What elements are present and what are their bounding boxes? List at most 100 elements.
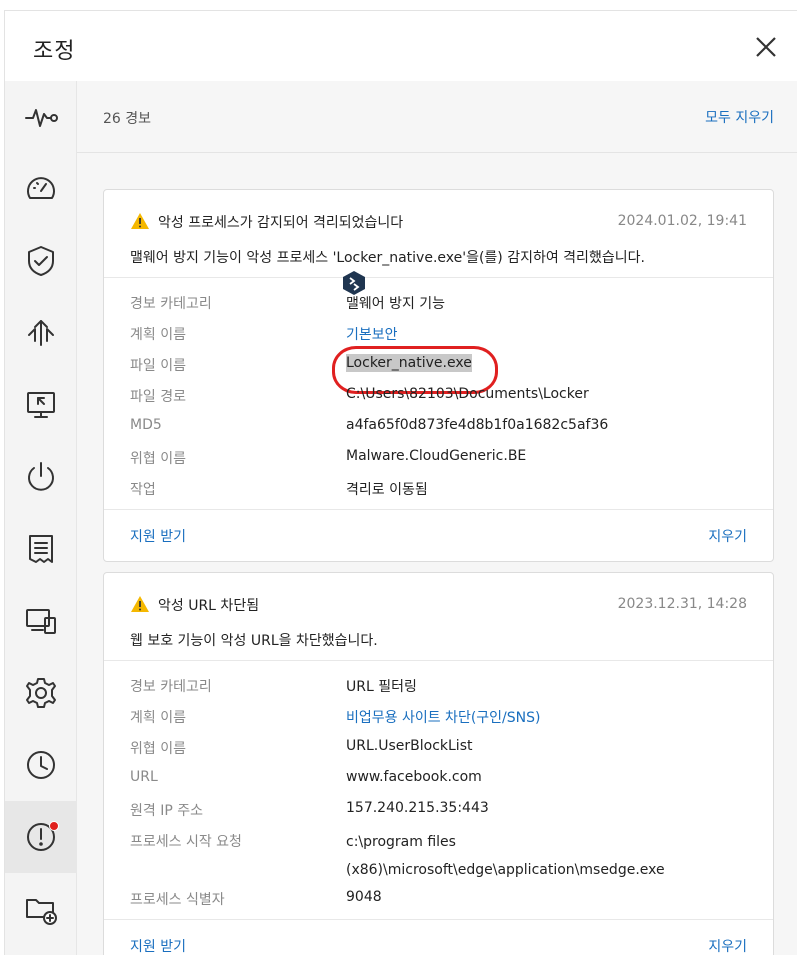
alert-card-footer: 지원 받기 지우기	[104, 919, 773, 955]
detail-value: 9048	[346, 889, 382, 905]
detail-row: URL www.facebook.com	[104, 766, 773, 797]
detail-row: 프로세스 식별자 9048	[104, 886, 773, 917]
nav-devices[interactable]	[5, 585, 77, 657]
detail-value: Malware.CloudGeneric.BE	[346, 448, 527, 464]
get-support-link[interactable]: 지원 받기	[130, 526, 186, 546]
devices-icon	[26, 609, 56, 634]
detail-label: 프로세스 시작 요청	[130, 834, 242, 850]
history-clock-icon	[27, 751, 55, 779]
detail-row: MD5 a4fa65f0d873fe4d8b1f0a1682c5af36	[104, 414, 773, 445]
detail-label: 경보 카테고리	[130, 296, 212, 312]
detail-row: 원격 IP 주소 157.240.215.35:443	[104, 797, 773, 828]
detail-row: 경보 카테고리 URL 필터링	[104, 673, 773, 704]
alert-details: 경보 카테고리 맬웨어 방지 기능 계획 이름 기본보안 파일 이름 Locke…	[104, 278, 773, 507]
alerts-count: 26 경보	[103, 111, 152, 127]
warning-icon	[131, 596, 149, 612]
detail-value: 157.240.215.35:443	[346, 800, 489, 816]
alert-details: 경보 카테고리 URL 필터링 계획 이름 비업무용 사이트 차단(구인/SNS…	[104, 661, 773, 917]
alert-title: 악성 URL 차단됨	[158, 598, 260, 614]
clear-alert-link[interactable]: 지우기	[708, 936, 747, 955]
detail-label: 계획 이름	[130, 327, 186, 343]
add-folder-icon	[26, 899, 57, 925]
warning-icon	[131, 213, 149, 229]
detail-label: 프로세스 식별자	[130, 892, 225, 908]
detail-label: URL	[130, 769, 158, 785]
alerts-header: 26 경보 모두 지우기	[77, 81, 797, 153]
detail-label: 위협 이름	[130, 741, 186, 757]
detail-value: a4fa65f0d873fe4d8b1f0a1682c5af36	[346, 417, 609, 433]
detail-label: 위협 이름	[130, 451, 186, 467]
clear-alert-link[interactable]: 지우기	[708, 526, 747, 546]
detail-label: 원격 IP 주소	[130, 803, 203, 819]
detail-label: 경보 카테고리	[130, 679, 212, 695]
alert-title: 악성 프로세스가 감지되어 격리되었습니다	[158, 215, 404, 231]
nav-add-folder[interactable]	[5, 873, 77, 945]
clear-all-link[interactable]: 모두 지우기	[705, 107, 774, 127]
detail-row: 작업 격리로 이동됨	[104, 476, 773, 507]
settings-window: 조정 26 경보 모두 지우기 악성 프로세스가 감지되어 격리되었습니다 20…	[4, 10, 797, 955]
shield-check-icon	[28, 246, 54, 276]
nav-reports[interactable]	[5, 513, 77, 585]
detail-row: 경보 카테고리 맬웨어 방지 기능	[104, 290, 773, 321]
nav-activity[interactable]	[5, 81, 77, 153]
detail-row: 위협 이름 URL.UserBlockList	[104, 735, 773, 766]
alerts-panel: 26 경보 모두 지우기 악성 프로세스가 감지되어 격리되었습니다 2024.…	[77, 81, 797, 955]
alert-description: 맬웨어 방지 기능이 악성 프로세스 'Locker_native.exe'을(…	[130, 250, 645, 266]
notification-dot	[49, 821, 59, 831]
detail-value: Locker_native.exe	[346, 354, 472, 372]
close-button[interactable]	[752, 33, 780, 61]
nav-backup[interactable]	[5, 297, 77, 369]
detail-label: MD5	[130, 417, 162, 433]
remote-desktop-icon	[27, 392, 55, 418]
close-icon	[756, 37, 776, 57]
nav-remote[interactable]	[5, 369, 77, 441]
selected-file-name: Locker_native.exe	[346, 354, 472, 372]
detail-value: 격리로 이동됨	[346, 482, 428, 498]
activity-icon	[25, 109, 58, 127]
process-path-line: c:\program files	[346, 834, 456, 850]
window-title: 조정	[33, 39, 76, 64]
detail-row: 계획 이름 비업무용 사이트 차단(구인/SNS)	[104, 704, 773, 735]
alert-date: 2024.01.02, 19:41	[617, 213, 747, 229]
nav-power[interactable]	[5, 441, 77, 513]
alert-description: 웹 보호 기능이 악성 URL을 차단했습니다.	[130, 633, 378, 649]
nav-alerts[interactable]	[5, 801, 77, 873]
overlay-badge-icon	[343, 271, 365, 295]
detail-row: 위협 이름 Malware.CloudGeneric.BE	[104, 445, 773, 476]
detail-value: URL 필터링	[346, 679, 417, 695]
nav-history[interactable]	[5, 729, 77, 801]
detail-value: C:\Users\82103\Documents\Locker	[346, 386, 589, 402]
alert-card-header: 악성 프로세스가 감지되어 격리되었습니다 2024.01.02, 19:41 …	[104, 190, 773, 278]
plan-name-link[interactable]: 비업무용 사이트 차단(구인/SNS)	[346, 707, 540, 727]
detail-row: 계획 이름 기본보안	[104, 321, 773, 352]
alert-card-footer: 지원 받기 지우기	[104, 509, 773, 561]
detail-row: 파일 경로 C:\Users\82103\Documents\Locker	[104, 383, 773, 414]
dashboard-gauge-icon	[27, 177, 55, 199]
alert-card: 악성 프로세스가 감지되어 격리되었습니다 2024.01.02, 19:41 …	[103, 189, 774, 562]
nav-protection[interactable]	[5, 225, 77, 297]
alert-date: 2023.12.31, 14:28	[617, 596, 747, 612]
alert-card-header: 악성 URL 차단됨 2023.12.31, 14:28 웹 보호 기능이 악성…	[104, 573, 773, 661]
nav-dashboard[interactable]	[5, 153, 77, 225]
process-path-line: (x86)\microsoft\edge\application\msedge.…	[346, 862, 665, 878]
transfer-arrows-icon	[28, 320, 54, 346]
detail-label: 파일 이름	[130, 358, 186, 374]
detail-row: 파일 이름 Locker_native.exe	[104, 346, 773, 394]
detail-label: 계획 이름	[130, 710, 186, 726]
detail-value: c:\program files (x86)\microsoft\edge\ap…	[346, 828, 665, 884]
detail-label: 작업	[130, 482, 156, 498]
detail-row: 프로세스 시작 요청 c:\program files (x86)\micros…	[104, 828, 773, 886]
nav-settings[interactable]	[5, 657, 77, 729]
sidebar	[5, 81, 77, 955]
detail-value: URL.UserBlockList	[346, 738, 473, 754]
detail-value: 맬웨어 방지 기능	[346, 296, 446, 312]
title-bar: 조정	[5, 11, 797, 81]
power-icon	[28, 462, 54, 491]
detail-label: 파일 경로	[130, 389, 186, 405]
alert-card: 악성 URL 차단됨 2023.12.31, 14:28 웹 보호 기능이 악성…	[103, 572, 774, 955]
plan-name-link[interactable]: 기본보안	[346, 324, 398, 344]
settings-gear-icon	[26, 678, 56, 708]
get-support-link[interactable]: 지원 받기	[130, 936, 186, 955]
report-icon	[29, 535, 53, 563]
detail-value: www.facebook.com	[346, 769, 482, 785]
